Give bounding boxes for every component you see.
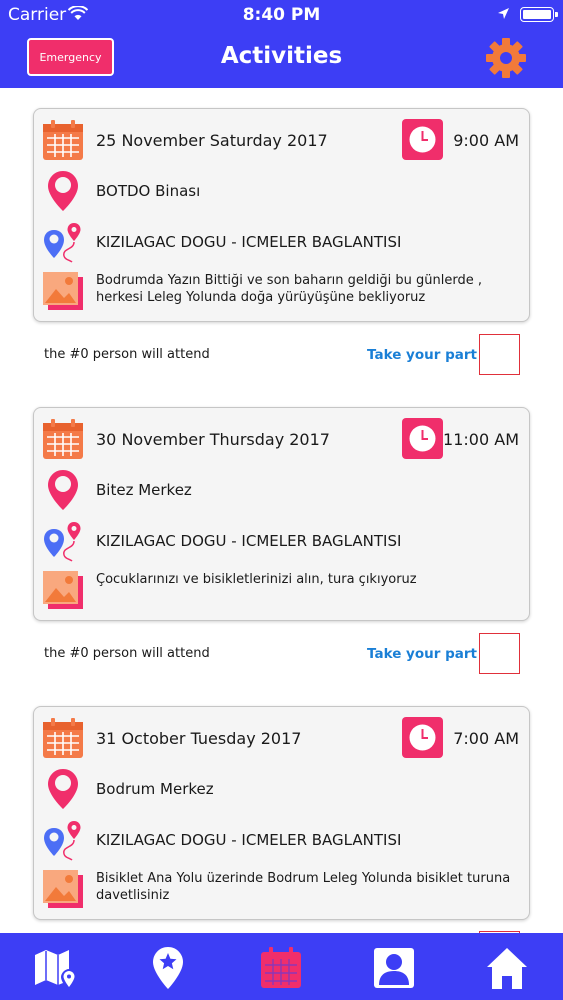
map-icon[interactable]	[32, 945, 78, 991]
status-bar: Carrier 8:40 PM	[0, 0, 563, 30]
activity-card[interactable]: 30 November Thursday 2017 11:00 AM Bitez…	[33, 407, 530, 621]
activity-date: 30 November Thursday 2017	[96, 430, 330, 449]
activity-time: 7:00 AM	[453, 729, 519, 748]
gear-icon[interactable]	[484, 36, 528, 80]
activity-date: 25 November Saturday 2017	[96, 131, 328, 150]
activity-place: Bodrum Merkez	[96, 780, 214, 798]
calendar-icon	[43, 718, 83, 758]
take-part-checkbox[interactable]	[479, 334, 520, 375]
location-pin-icon	[48, 171, 78, 211]
activity-route: KIZILAGAC DOGU - ICMELER BAGLANTISI	[96, 233, 402, 251]
take-part-link[interactable]: Take your part	[367, 347, 477, 363]
attendance-count: the #0 person will attend	[44, 646, 210, 661]
app-header: Carrier 8:40 PM Emergency Activities	[0, 0, 563, 88]
activity-place: Bitez Merkez	[96, 481, 192, 499]
activity-card[interactable]: 25 November Saturday 2017 9:00 AM BOTDO …	[33, 108, 530, 322]
star-pin-icon[interactable]	[145, 945, 191, 991]
contact-icon[interactable]	[371, 945, 417, 991]
activity-time: 9:00 AM	[453, 131, 519, 150]
attendance-count: the #0 person will attend	[44, 347, 210, 362]
activity-time: 11:00 AM	[443, 430, 519, 449]
calendar-icon	[43, 120, 83, 160]
clock-icon	[402, 717, 443, 758]
take-part-link[interactable]: Take your part	[367, 646, 477, 662]
activity-description: Çocuklarınızı ve bisikletlerinizi alın, …	[96, 572, 417, 587]
status-time: 8:40 PM	[242, 5, 321, 25]
activity-card[interactable]: 31 October Tuesday 2017 7:00 AM Bodrum M…	[33, 706, 530, 920]
location-pin-icon	[48, 470, 78, 510]
location-pin-icon	[48, 769, 78, 809]
image-icon	[43, 272, 83, 310]
activity-place: BOTDO Binası	[96, 182, 201, 200]
activity-description: Bodrumda Yazın Bittiği ve son baharın ge…	[96, 273, 482, 305]
image-icon	[43, 571, 83, 609]
activity-route: KIZILAGAC DOGU - ICMELER BAGLANTISI	[96, 532, 402, 550]
activity-description: Bisiklet Ana Yolu üzerinde Bodrum Leleg …	[96, 871, 511, 903]
image-icon	[43, 870, 83, 908]
activities-list[interactable]: 25 November Saturday 2017 9:00 AM BOTDO …	[0, 88, 563, 933]
location-arrow-icon	[498, 8, 509, 19]
activity-date: 31 October Tuesday 2017	[96, 729, 302, 748]
route-icon	[44, 522, 81, 562]
take-part-checkbox[interactable]	[479, 633, 520, 674]
battery-icon	[520, 7, 558, 22]
route-icon	[44, 821, 81, 861]
clock-icon	[402, 119, 443, 160]
clock-icon	[402, 418, 443, 459]
calendar-icon	[43, 419, 83, 459]
activity-route: KIZILAGAC DOGU - ICMELER BAGLANTISI	[96, 831, 402, 849]
route-icon	[44, 223, 81, 263]
page-title: Activities	[220, 43, 343, 69]
tab-bar	[0, 933, 563, 1000]
calendar-icon[interactable]	[258, 945, 304, 991]
home-icon[interactable]	[484, 945, 530, 991]
